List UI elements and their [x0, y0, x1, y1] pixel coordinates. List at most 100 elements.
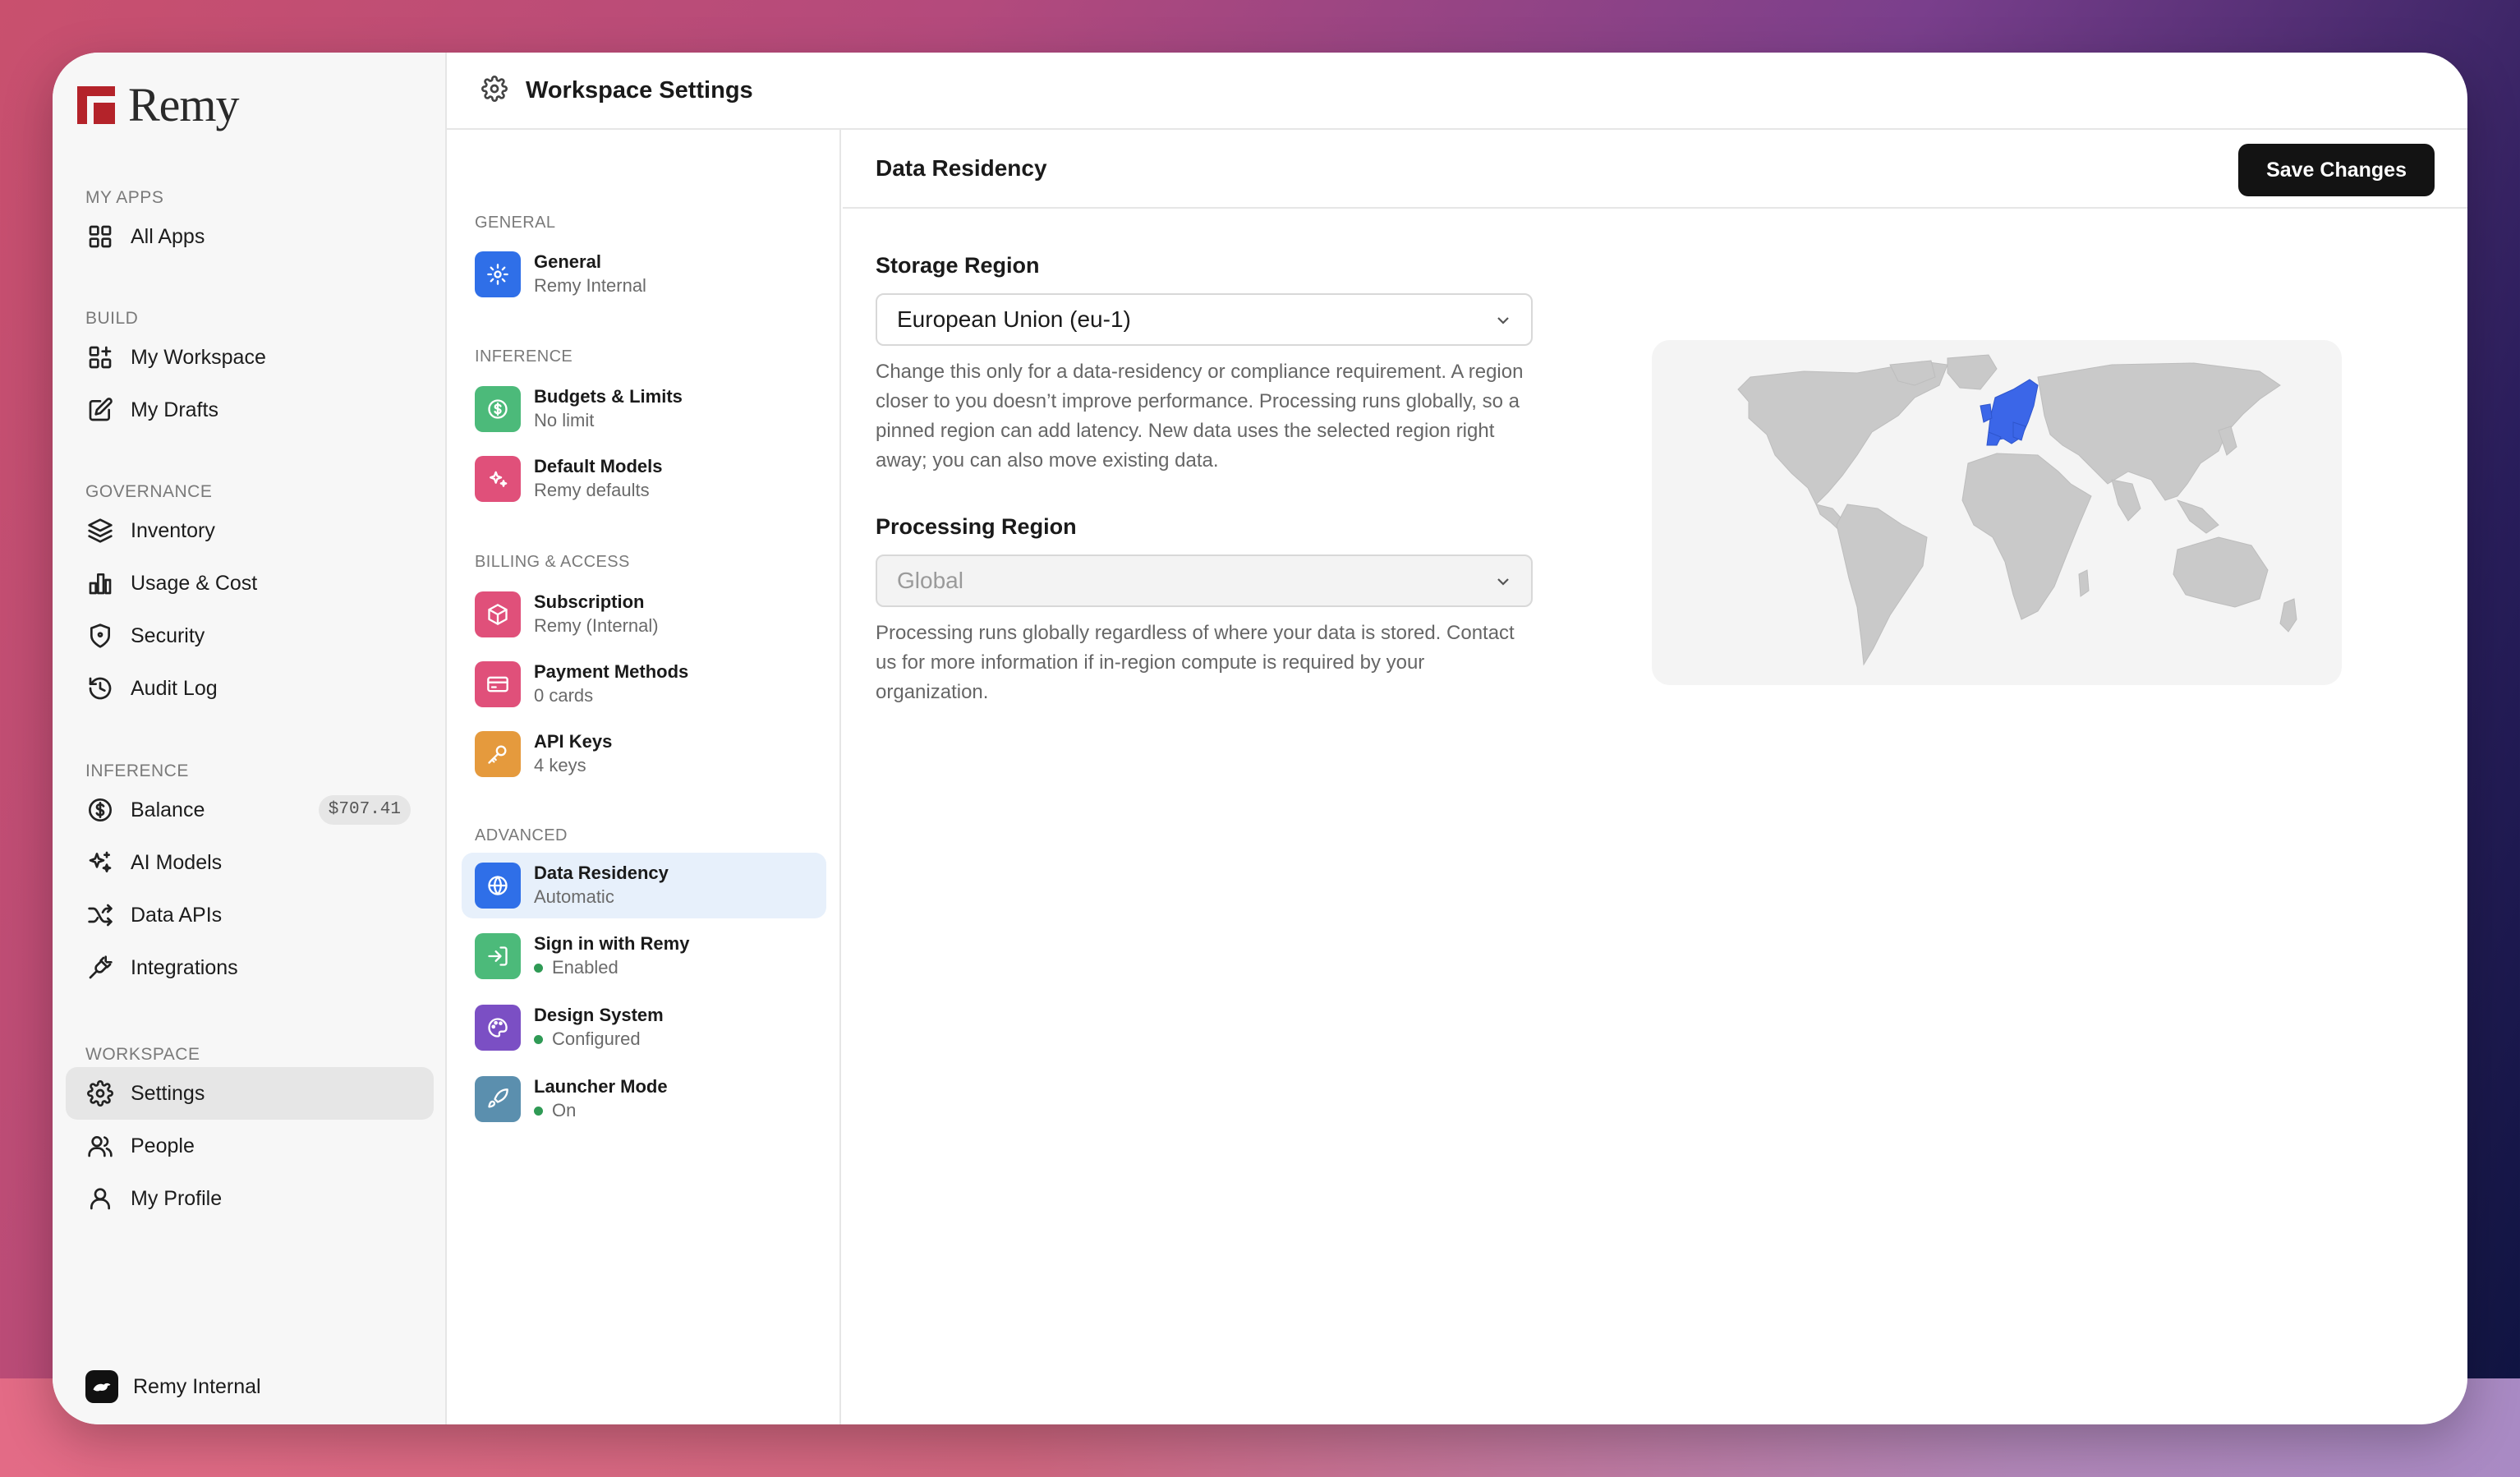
- sidebar-item-label: Data APIs: [131, 903, 223, 927]
- settings-item-launcher-mode[interactable]: Launcher Mode On: [462, 1066, 826, 1132]
- sidebar-item-label: Integrations: [131, 955, 238, 979]
- data-residency-panel: Data Residency Save Changes Storage Regi…: [843, 130, 2467, 1424]
- rocket-icon: [475, 1076, 521, 1122]
- credit-card-icon: [475, 661, 521, 707]
- nav-heading: MY APPS: [85, 188, 164, 207]
- user-icon: [85, 1184, 115, 1213]
- app-window: Remy MY APPS All Apps BUILD My Workspace…: [53, 53, 2467, 1424]
- shield-icon: [85, 621, 115, 651]
- europe-highlight: [1980, 379, 2039, 446]
- sidebar-item-usage-cost[interactable]: Usage & Cost: [85, 557, 422, 610]
- processing-region-label: Processing Region: [876, 514, 1077, 539]
- world-map-graphic: [1737, 354, 2297, 666]
- sidebar-item-my-drafts[interactable]: My Drafts: [85, 384, 422, 436]
- settings-item-title: Sign in with Remy: [534, 933, 690, 954]
- sidebar-item-label: Audit Log: [131, 676, 218, 700]
- balance-badge: $707.41: [318, 795, 411, 825]
- storage-region-select[interactable]: European Union (eu-1): [876, 293, 1533, 346]
- login-icon: [475, 933, 521, 979]
- brand-name: Remy: [128, 78, 240, 131]
- gear-icon: [481, 75, 508, 106]
- nav-heading: WORKSPACE: [85, 1045, 200, 1064]
- sidebar-item-security[interactable]: Security: [85, 610, 422, 662]
- settings-item-title: Payment Methods: [534, 661, 689, 682]
- settings-group-heading: INFERENCE: [475, 347, 573, 366]
- settings-group-heading: BILLING & ACCESS: [475, 553, 630, 571]
- settings-group-heading: GENERAL: [475, 214, 556, 232]
- sidebar-item-my-profile[interactable]: My Profile: [85, 1172, 422, 1225]
- sidebar-item-label: AI Models: [131, 850, 223, 874]
- sparkles-icon: [85, 848, 115, 877]
- remy-logo-icon: [77, 85, 115, 124]
- panel-title: Data Residency: [876, 155, 1047, 181]
- settings-item-title: Default Models: [534, 456, 663, 476]
- nav-section-inference: INFERENCE Balance $707.41 AI Models Data…: [85, 759, 422, 994]
- settings-item-subscription[interactable]: Subscription Remy (Internal): [462, 582, 826, 647]
- sidebar-item-label: My Workspace: [131, 345, 266, 369]
- plug-icon: [85, 953, 115, 982]
- processing-region-select[interactable]: Global: [876, 554, 1533, 607]
- panel-header: Data Residency Save Changes: [843, 130, 2467, 209]
- nav-heading: BUILD: [85, 309, 139, 328]
- settings-item-api-keys[interactable]: API Keys 4 keys: [462, 721, 826, 787]
- sidebar-item-people[interactable]: People: [85, 1120, 422, 1172]
- storage-region-field: Storage Region European Union (eu-1) Cha…: [876, 253, 1533, 476]
- shuffle-icon: [85, 900, 115, 930]
- settings-item-subtitle: No limit: [534, 410, 595, 430]
- brand-logo[interactable]: Remy: [77, 77, 240, 132]
- storage-region-help: Change this only for a data-residency or…: [876, 361, 1524, 472]
- sidebar-item-audit-log[interactable]: Audit Log: [85, 662, 422, 715]
- settings-item-title: General: [534, 251, 601, 272]
- history-icon: [85, 674, 115, 703]
- sidebar-item-balance[interactable]: Balance $707.41: [85, 784, 422, 836]
- sidebar-item-inventory[interactable]: Inventory: [85, 504, 422, 557]
- settings-item-design-system[interactable]: Design System Configured: [462, 995, 826, 1061]
- settings-item-title: Launcher Mode: [534, 1076, 668, 1097]
- settings-item-sign-in-with-remy[interactable]: Sign in with Remy Enabled: [462, 923, 826, 989]
- sparkles-icon: [475, 456, 521, 502]
- nav-section-build: BUILD My Workspace My Drafts: [85, 306, 422, 436]
- settings-item-data-residency[interactable]: Data Residency Automatic: [462, 853, 826, 918]
- sidebar-item-integrations[interactable]: Integrations: [85, 941, 422, 994]
- dollar-icon: [475, 386, 521, 432]
- settings-item-budgets-limits[interactable]: Budgets & Limits No limit: [462, 376, 826, 442]
- globe-icon: [475, 863, 521, 909]
- settings-item-general[interactable]: General Remy Internal: [462, 242, 826, 307]
- settings-item-title: Data Residency: [534, 863, 669, 883]
- settings-item-subtitle: 0 cards: [534, 685, 594, 706]
- settings-item-title: Design System: [534, 1005, 664, 1025]
- nav-heading: GOVERNANCE: [85, 482, 213, 501]
- settings-item-payment-methods[interactable]: Payment Methods 0 cards: [462, 651, 826, 717]
- palette-icon: [475, 1005, 521, 1051]
- sidebar-item-label: Inventory: [131, 518, 215, 542]
- settings-item-subtitle: Remy defaults: [534, 480, 650, 500]
- sidebar-item-data-apis[interactable]: Data APIs: [85, 889, 422, 941]
- settings-item-title: Budgets & Limits: [534, 386, 683, 407]
- settings-item-default-models[interactable]: Default Models Remy defaults: [462, 446, 826, 512]
- edit-icon: [85, 395, 115, 425]
- settings-item-title: Subscription: [534, 591, 645, 612]
- settings-item-title: API Keys: [534, 731, 613, 752]
- chevron-down-icon: [1493, 310, 1513, 329]
- sidebar-item-ai-models[interactable]: AI Models: [85, 836, 422, 889]
- box-icon: [475, 591, 521, 637]
- sidebar-item-all-apps[interactable]: All Apps: [85, 210, 422, 263]
- sidebar-item-label: Usage & Cost: [131, 571, 258, 595]
- status-dot: [534, 1106, 543, 1116]
- nav-heading: INFERENCE: [85, 762, 189, 780]
- key-icon: [475, 731, 521, 777]
- bar-chart-icon: [85, 568, 115, 598]
- sidebar-item-label: Settings: [131, 1081, 205, 1105]
- workspace-switcher[interactable]: Remy Internal: [85, 1370, 261, 1403]
- sidebar-item-my-workspace[interactable]: My Workspace: [85, 331, 422, 384]
- settings-item-subtitle: Remy (Internal): [534, 615, 659, 636]
- processing-region-value: Global: [897, 568, 963, 593]
- sidebar-item-settings[interactable]: Settings: [66, 1067, 434, 1120]
- gear-icon: [475, 251, 521, 297]
- sidebar-item-label: All Apps: [131, 224, 205, 248]
- workspace-icon: [85, 343, 115, 372]
- settings-item-subtitle: 4 keys: [534, 755, 586, 775]
- workspace-avatar: [85, 1370, 118, 1403]
- nav-section-governance: GOVERNANCE Inventory Usage & Cost Securi…: [85, 480, 422, 715]
- save-changes-button[interactable]: Save Changes: [2238, 144, 2435, 196]
